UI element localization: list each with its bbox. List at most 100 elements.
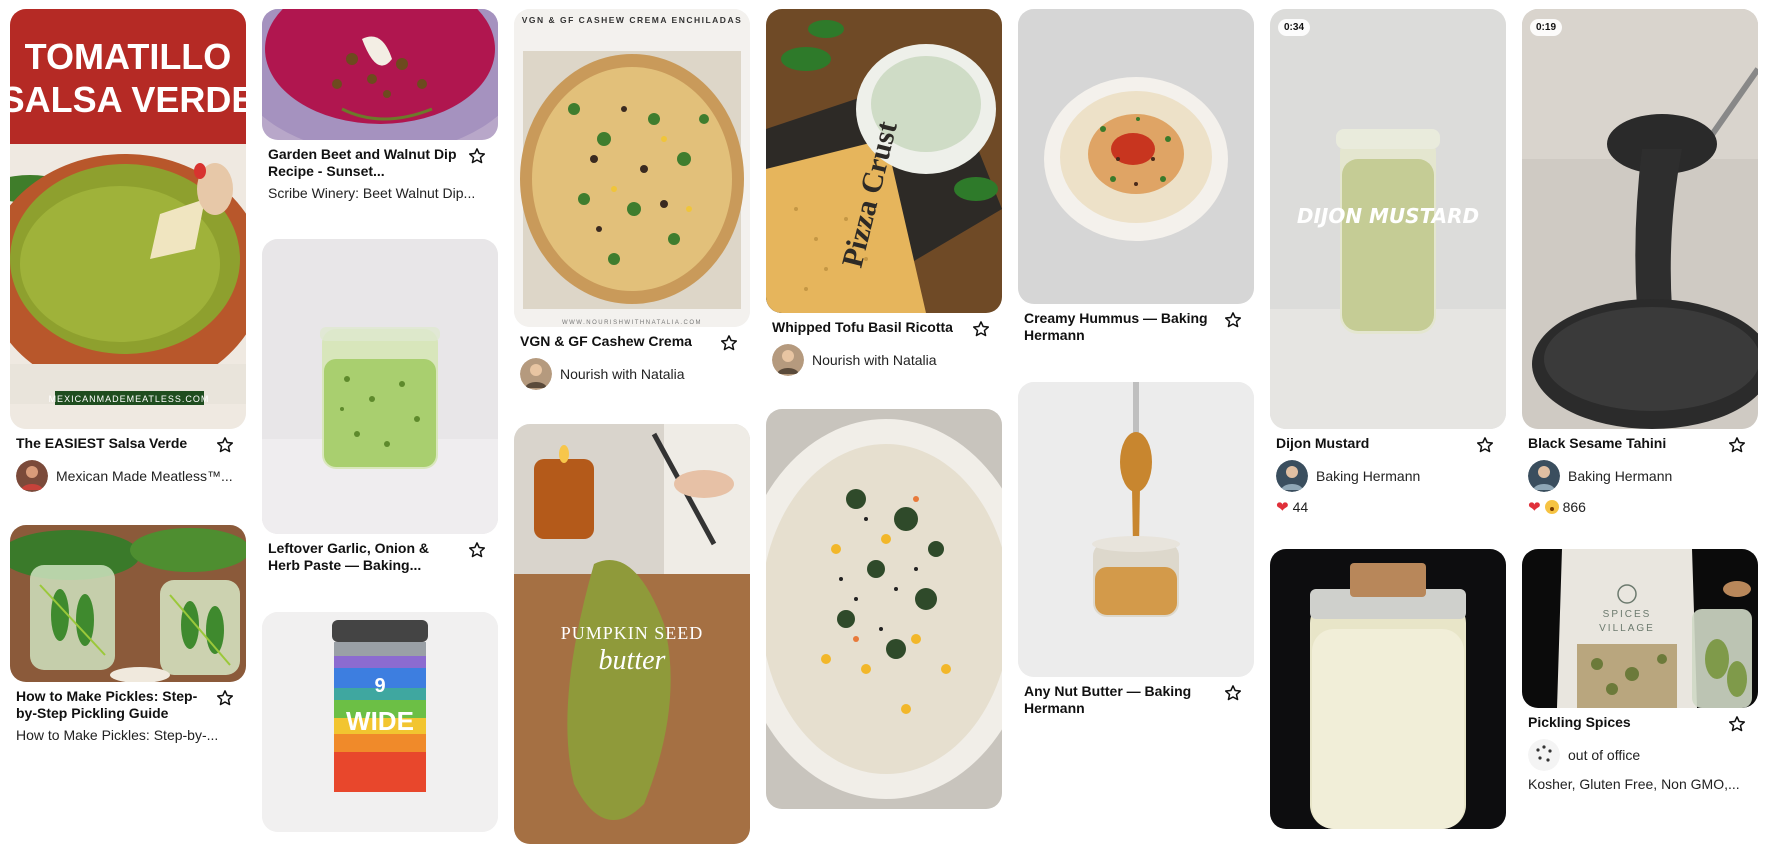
pin-subtitle: Kosher, Gluten Free, Non GMO,... — [1528, 776, 1740, 792]
pumpkin-butter-image: PUMPKIN SEED butter — [514, 424, 750, 844]
pin-image[interactable] — [262, 239, 498, 534]
pin-image[interactable] — [262, 9, 498, 140]
pin-image[interactable]: VGN & GF CASHEW CREMA ENCHILADAS WWW.NOU… — [514, 9, 750, 327]
beet-dip-image — [262, 9, 498, 140]
pin-subtitle: How to Make Pickles: Step-by-... — [16, 727, 219, 743]
star-outline-icon[interactable] — [972, 320, 990, 338]
brand-line2: VILLAGE — [1599, 623, 1655, 634]
avatar — [1528, 460, 1560, 492]
image-number: 9 — [374, 675, 385, 697]
pin-card[interactable]: DIJON MUSTARD 0:34 Dijon Mustard Baking … — [1270, 9, 1506, 516]
pin-card[interactable] — [1270, 549, 1506, 829]
pin-author[interactable]: Nourish with Natalia — [766, 336, 1002, 376]
pin-title[interactable]: Whipped Tofu Basil Ricotta — [772, 319, 962, 336]
reactions[interactable]: ❤ 866 — [1522, 492, 1758, 516]
pin-card[interactable]: Pizza Crust Whipped Tofu Basil Ricotta N… — [766, 9, 1002, 376]
reactions[interactable]: ❤ 44 — [1270, 492, 1506, 516]
avatar — [1528, 739, 1560, 771]
garlic-paste-image — [262, 239, 498, 534]
pin-title[interactable]: Creamy Hummus — Baking Hermann — [1024, 310, 1214, 344]
brand-line1: SPICES — [1603, 609, 1652, 620]
image-footer: MEXICANMADEMEATLESS.COM — [49, 394, 210, 404]
rice-bowl-image — [766, 409, 1002, 809]
pin-image[interactable]: 9 WIDE — [262, 612, 498, 832]
pin-card[interactable]: SPICES VILLAGE Pickling Spices out of of… — [1522, 549, 1758, 792]
reaction-count: 44 — [1292, 499, 1309, 515]
pin-card[interactable]: Any Nut Butter — Baking Hermann — [1018, 382, 1254, 717]
pin-image[interactable]: Pizza Crust — [766, 9, 1002, 313]
pin-author[interactable]: Nourish with Natalia — [514, 350, 750, 390]
pin-card[interactable]: Garden Beet and Walnut Dip Recipe - Suns… — [262, 9, 498, 201]
pin-title[interactable]: Pickling Spices — [1528, 714, 1718, 731]
pin-title[interactable]: Garden Beet and Walnut Dip Recipe - Suns… — [268, 146, 458, 180]
pin-title[interactable]: The EASIEST Salsa Verde — [16, 435, 206, 452]
pickles-image — [10, 525, 246, 682]
star-outline-icon[interactable] — [1728, 436, 1746, 454]
pin-image[interactable] — [1270, 549, 1506, 829]
avatar — [772, 344, 804, 376]
pin-image[interactable] — [10, 525, 246, 682]
dijon-mustard-image: DIJON MUSTARD — [1270, 9, 1506, 429]
author-name: Mexican Made Meatless™... — [56, 468, 233, 484]
enchiladas-image: VGN & GF CASHEW CREMA ENCHILADAS WWW.NOU… — [514, 9, 750, 327]
pickling-spices-image: SPICES VILLAGE — [1522, 549, 1758, 708]
pin-title[interactable]: How to Make Pickles: Step-by-Step Pickli… — [16, 688, 206, 722]
pin-image[interactable] — [1018, 9, 1254, 304]
image-title-line2: butter — [599, 645, 666, 676]
author-name: Nourish with Natalia — [560, 366, 685, 382]
nut-butter-image — [1018, 382, 1254, 677]
pin-title[interactable]: Leftover Garlic, Onion & Herb Paste — Ba… — [268, 540, 458, 574]
hummus-image — [1018, 9, 1254, 304]
pin-title[interactable]: VGN & GF Cashew Crema — [520, 333, 710, 350]
image-title-line1: PUMPKIN SEED — [561, 623, 704, 643]
pin-image[interactable] — [766, 409, 1002, 809]
star-outline-icon[interactable] — [1728, 715, 1746, 733]
pin-author[interactable]: out of office — [1522, 731, 1758, 771]
pin-card[interactable]: 0:19 Black Sesame Tahini Baking Hermann … — [1522, 9, 1758, 516]
pin-author[interactable]: Mexican Made Meatless™... — [10, 452, 246, 492]
tofu-ricotta-image: Pizza Crust — [766, 9, 1002, 313]
pin-image[interactable]: PUMPKIN SEED butter — [514, 424, 750, 844]
avatar — [520, 358, 552, 390]
star-outline-icon[interactable] — [468, 541, 486, 559]
star-outline-icon[interactable] — [216, 689, 234, 707]
pin-title[interactable]: Dijon Mustard — [1276, 435, 1466, 452]
pin-image[interactable]: 0:19 — [1522, 9, 1758, 429]
avatar — [1276, 460, 1308, 492]
image-header: VGN & GF CASHEW CREMA ENCHILADAS — [522, 15, 743, 25]
avatar — [16, 460, 48, 492]
pin-card[interactable]: How to Make Pickles: Step-by-Step Pickli… — [10, 525, 246, 743]
pin-image[interactable]: SPICES VILLAGE — [1522, 549, 1758, 708]
author-name: Baking Hermann — [1568, 468, 1673, 484]
star-outline-icon[interactable] — [1224, 311, 1242, 329]
pin-image[interactable]: TOMATILLO SALSA VERDE MEXICANMADEMEATLES… — [10, 9, 246, 429]
image-word: WIDE — [346, 706, 414, 736]
salsa-verde-image: TOMATILLO SALSA VERDE MEXICANMADEMEATLES… — [10, 9, 246, 429]
image-overlay-text: DIJON MUSTARD — [1297, 204, 1479, 228]
author-name: out of office — [1568, 747, 1641, 763]
pin-title[interactable]: Black Sesame Tahini — [1528, 435, 1718, 452]
spice-jars-image: 9 WIDE — [262, 612, 498, 832]
pin-image[interactable] — [1018, 382, 1254, 677]
pin-author[interactable]: Baking Hermann — [1270, 452, 1506, 492]
video-duration: 0:34 — [1278, 19, 1311, 36]
pin-card[interactable]: PUMPKIN SEED butter — [514, 424, 750, 844]
wow-reaction-icon — [1544, 500, 1559, 514]
pin-author[interactable]: Baking Hermann — [1522, 452, 1758, 492]
reaction-count: 866 — [1562, 499, 1586, 515]
pin-card[interactable]: VGN & GF CASHEW CREMA ENCHILADAS WWW.NOU… — [514, 9, 750, 390]
pin-card[interactable] — [766, 409, 1002, 809]
pin-image[interactable]: DIJON MUSTARD 0:34 — [1270, 9, 1506, 429]
pin-card[interactable]: TOMATILLO SALSA VERDE MEXICANMADEMEATLES… — [10, 9, 246, 492]
pin-card[interactable]: 9 WIDE — [262, 612, 498, 832]
star-outline-icon[interactable] — [1476, 436, 1494, 454]
pin-title[interactable]: Any Nut Butter — Baking Hermann — [1024, 683, 1214, 717]
pin-card[interactable]: Creamy Hummus — Baking Hermann — [1018, 9, 1254, 344]
black-sesame-tahini-image — [1522, 9, 1758, 429]
star-outline-icon[interactable] — [216, 436, 234, 454]
pin-card[interactable]: Leftover Garlic, Onion & Herb Paste — Ba… — [262, 239, 498, 574]
star-outline-icon[interactable] — [1224, 684, 1242, 702]
milk-jar-image — [1270, 549, 1506, 829]
star-outline-icon[interactable] — [720, 334, 738, 352]
star-outline-icon[interactable] — [468, 147, 486, 165]
